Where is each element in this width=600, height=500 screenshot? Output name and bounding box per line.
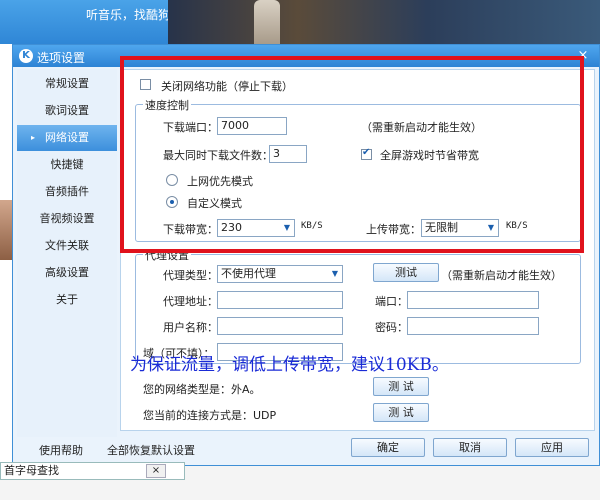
cancel-button[interactable]: 取消 xyxy=(433,438,507,457)
help-link[interactable]: 使用帮助 xyxy=(39,442,83,458)
restore-defaults-link[interactable]: 全部恢复默认设置 xyxy=(107,442,195,458)
apply-button[interactable]: 应用 xyxy=(515,438,589,457)
sidebar-item-network[interactable]: ▸ 网络设置 xyxy=(17,125,117,151)
sidebar-item-file-assoc[interactable]: 文件关联 xyxy=(17,233,117,259)
sidebar-item-about[interactable]: 关于 xyxy=(17,287,117,313)
selected-arrow-icon: ▸ xyxy=(31,133,36,142)
proxy-type-label: 代理类型： xyxy=(163,269,218,282)
connection-type-label: 您当前的连接方式是：UDP xyxy=(143,409,277,422)
background-thumbnail xyxy=(0,200,12,260)
sidebar-item-advanced[interactable]: 高级设置 xyxy=(17,260,117,286)
username-input[interactable] xyxy=(217,317,343,335)
network-type-label: 您的网络类型是：外A。 xyxy=(143,383,261,396)
proxy-restart-note: （需重新启动才能生效） xyxy=(441,269,562,282)
banner-image xyxy=(168,0,600,44)
sidebar-item-lyrics[interactable]: 歌词设置 xyxy=(17,98,117,124)
app-logo-icon: K xyxy=(19,49,33,63)
password-input[interactable] xyxy=(407,317,539,335)
banner-figure xyxy=(254,0,280,44)
highlight-annotation-box xyxy=(120,56,584,253)
proxy-type-select[interactable]: 不使用代理 ▼ xyxy=(217,265,343,283)
sidebar-item-hotkeys[interactable]: 快捷键 xyxy=(17,152,117,178)
proxy-port-label: 端口： xyxy=(375,295,408,308)
proxy-test-button[interactable]: 测试 xyxy=(373,263,439,282)
network-type-test-button[interactable]: 测 试 xyxy=(373,377,429,396)
connection-test-button[interactable]: 测 试 xyxy=(373,403,429,422)
password-label: 密码： xyxy=(375,321,408,334)
sidebar-item-audio-plugins[interactable]: 音频插件 xyxy=(17,179,117,205)
dialog-title: 选项设置 xyxy=(37,51,86,65)
proxy-address-input[interactable] xyxy=(217,291,343,309)
username-label: 用户名称： xyxy=(163,321,218,334)
settings-sidebar: 常规设置 歌词设置 ▸ 网络设置 快捷键 音频插件 音视频设置 文件关联 高级设… xyxy=(17,69,117,437)
sidebar-item-label: 网络设置 xyxy=(45,131,89,144)
overlay-caption: 为保证流量，调低上传带宽，建议10KB。 xyxy=(130,355,449,375)
sidebar-item-general[interactable]: 常规设置 xyxy=(17,71,117,97)
ok-button[interactable]: 确定 xyxy=(351,438,425,457)
proxy-port-input[interactable] xyxy=(407,291,539,309)
proxy-address-label: 代理地址： xyxy=(163,295,218,308)
sidebar-item-av-settings[interactable]: 音视频设置 xyxy=(17,206,117,232)
chevron-down-icon: ▼ xyxy=(331,269,338,278)
app-slogan: 听音乐，找酷狗 xyxy=(86,8,171,22)
search-clear-button[interactable]: × xyxy=(146,464,166,478)
proxy-type-value: 不使用代理 xyxy=(221,267,276,280)
